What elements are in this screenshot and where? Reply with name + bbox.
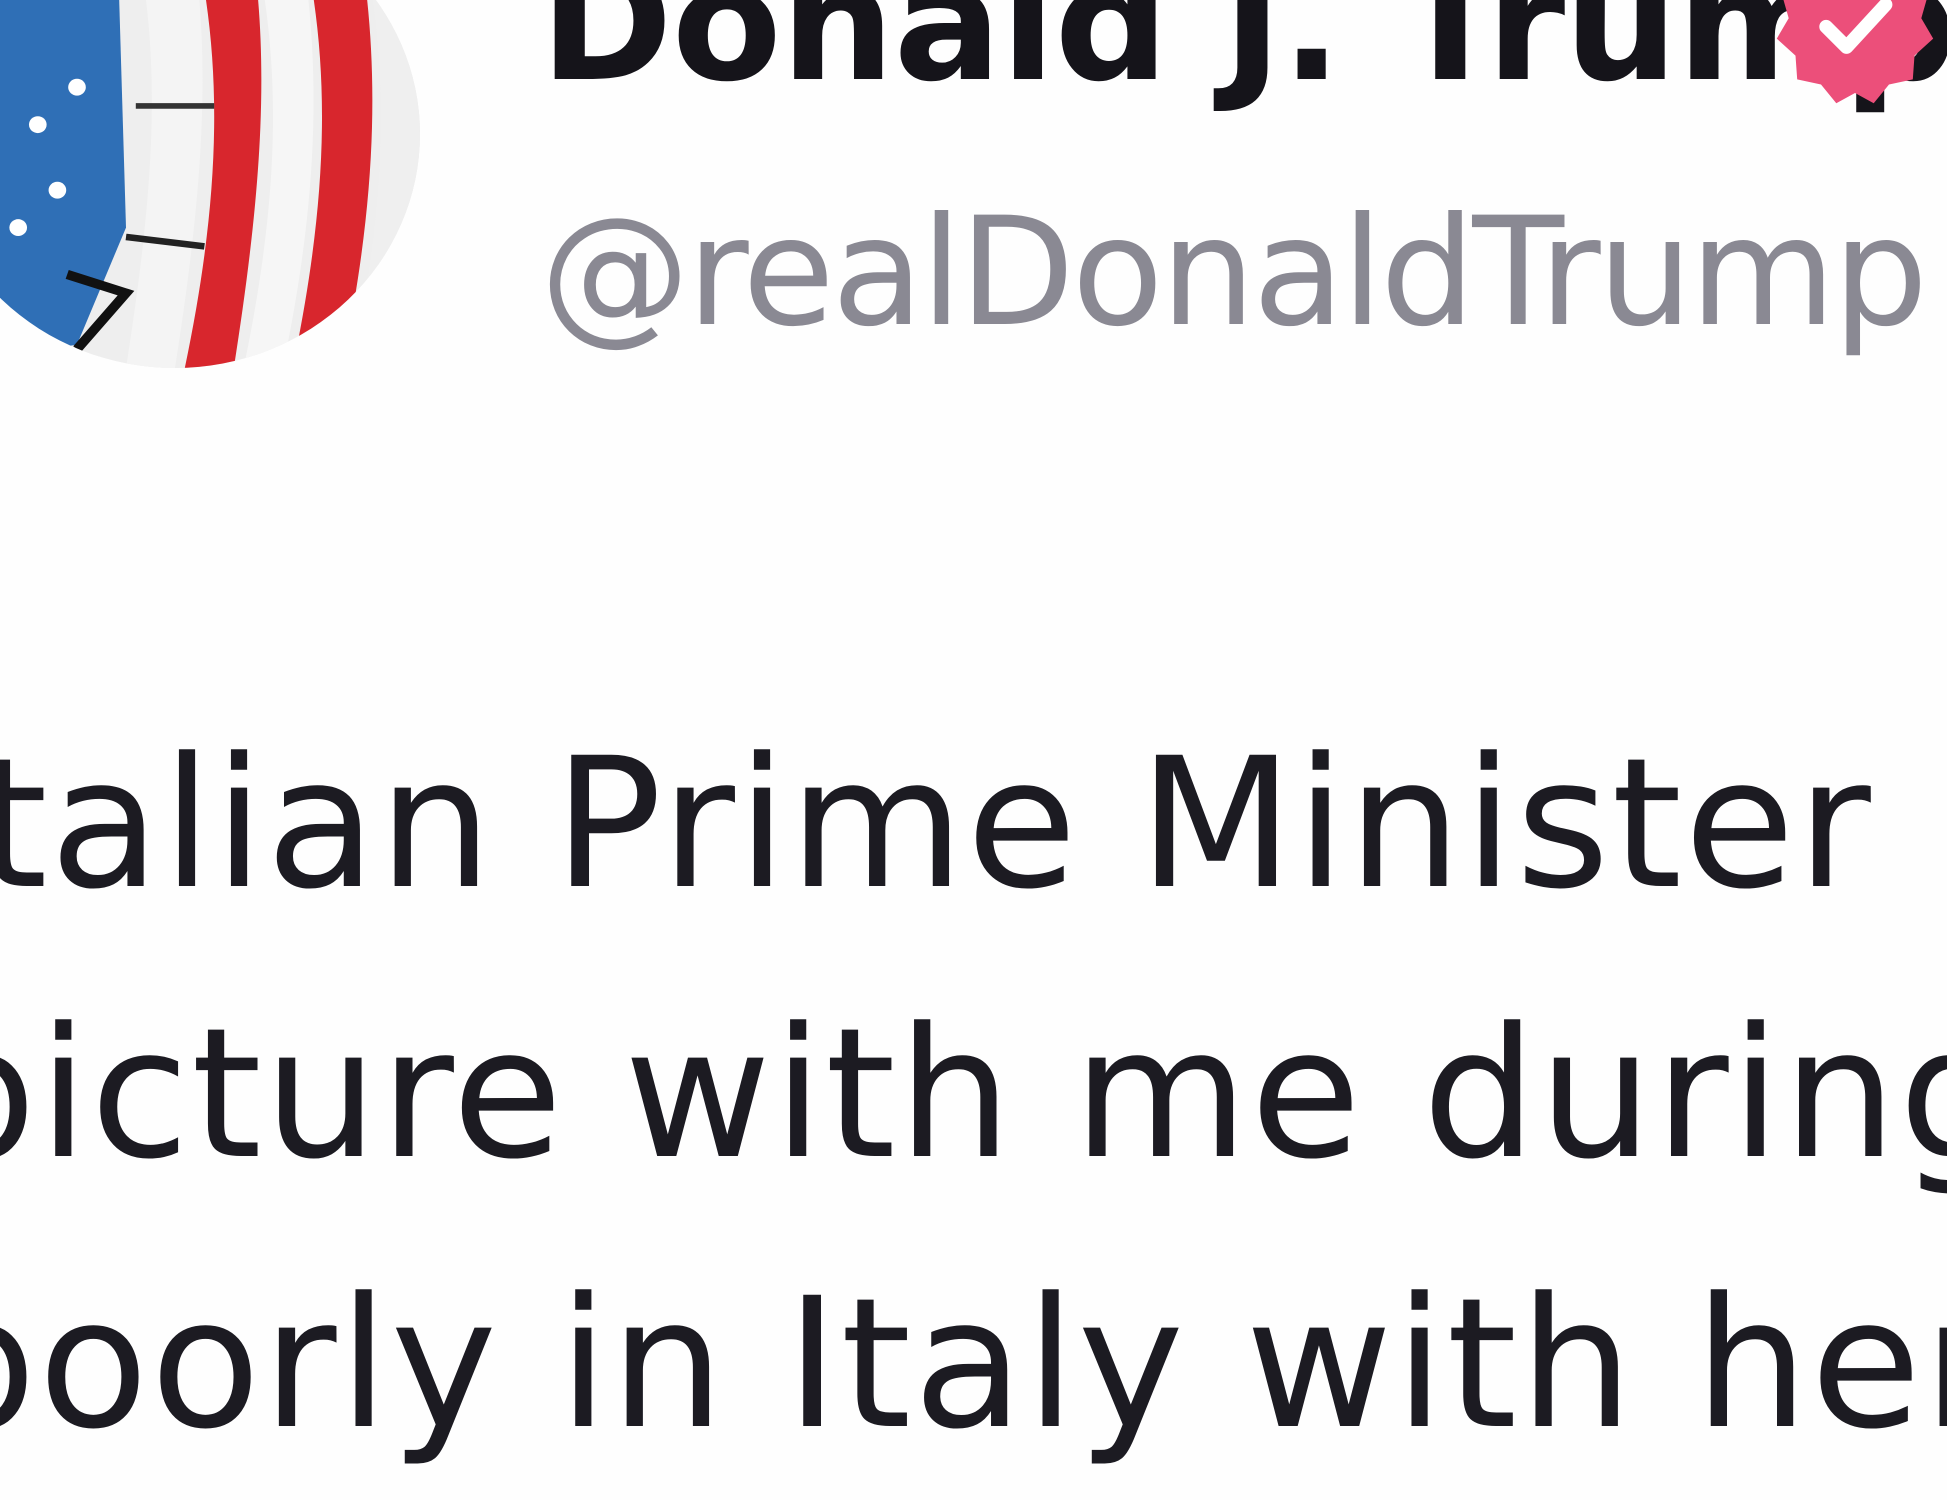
author-avatar[interactable]	[0, 0, 420, 368]
post-body-line: Italian Prime Minister	[0, 720, 1873, 929]
author-handle[interactable]: @realDonaldTrump	[540, 198, 1928, 348]
avatar-image	[0, 0, 420, 368]
post-body-line: poorly in Italy with her	[0, 1260, 1947, 1469]
author-display-name[interactable]: Donald J. Trump	[540, 0, 1947, 104]
post-body-text: Italian Prime Minister picture with me d…	[0, 690, 1947, 1500]
verified-check-icon	[1770, 0, 1940, 110]
post-body-line: picture with me during	[0, 990, 1947, 1199]
post-card: Donald J. Trump @realDonaldTrump Italian…	[0, 0, 1947, 1500]
